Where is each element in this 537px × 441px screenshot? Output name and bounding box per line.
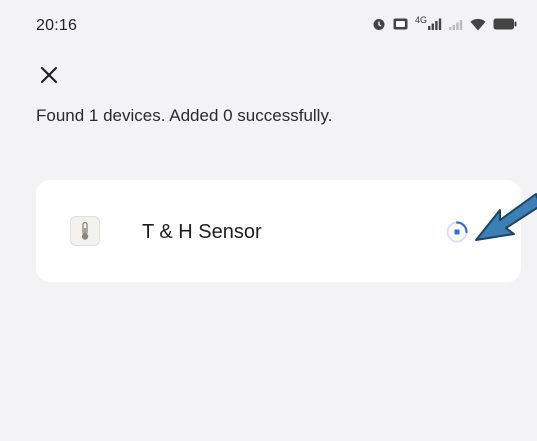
found-devices-message: Found 1 devices. Added 0 successfully. [36, 106, 333, 125]
close-button[interactable] [36, 62, 62, 88]
device-card[interactable]: T & H Sensor [36, 180, 521, 282]
loading-spinner-icon [446, 221, 468, 243]
wifi-icon [470, 18, 486, 30]
signal-weak-icon [449, 20, 463, 30]
device-name: T & H Sensor [142, 221, 262, 243]
hd-icon [393, 18, 408, 30]
battery-icon [493, 18, 517, 30]
alarm-icon [373, 19, 385, 30]
close-icon [40, 66, 58, 84]
device-icon [70, 216, 100, 246]
signal-icon [428, 18, 442, 30]
network-type-label: 4G [414, 14, 427, 25]
status-time: 20:16 [36, 17, 78, 34]
thermometer-icon [81, 221, 89, 240]
status-bar: 20:16 4G [0, 0, 537, 48]
status-icons: 4G [372, 14, 517, 32]
arrow-annotation-icon [475, 193, 537, 241]
